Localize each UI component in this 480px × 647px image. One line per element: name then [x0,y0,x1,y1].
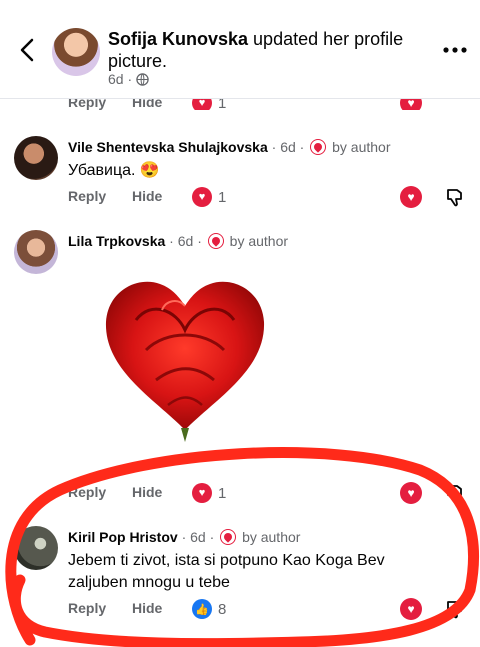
reaction-count: 1 [218,188,227,206]
comment-author[interactable]: Vile Shentevska Shulajkovska [68,139,268,155]
heart-badge-icon [220,529,237,545]
post-title: Sofija Kunovska updated her profile pict… [108,28,428,72]
love-icon[interactable]: ♥ [400,186,422,208]
comment-time: 6d [280,139,296,155]
rose-image[interactable] [96,270,274,446]
comment-text: Убавица. 😍 [68,162,160,179]
comment-author-line: Vile Shentevska Shulajkovska · 6d · by a… [68,139,391,155]
post-header: Sofija Kunovska updated her profile pict… [0,0,480,99]
globe-icon [136,73,149,86]
hide-button[interactable]: Hide [132,188,162,204]
dislike-icon[interactable] [444,482,466,504]
comment-time: 6d [190,529,206,545]
reaction-count: 8 [218,600,227,618]
love-reaction-icon: ♥ [192,483,212,503]
dislike-icon[interactable] [444,186,466,208]
comment: Vile Shentevska Shulajkovska · 6d · by a… [0,130,480,220]
author-badge: by author [229,233,289,249]
comment-author-line: Kiril Pop Hristov · 6d · by author [68,529,301,545]
avatar[interactable] [14,526,58,570]
reply-button[interactable]: Reply [68,600,106,616]
chevron-left-icon[interactable] [14,36,42,64]
avatar[interactable] [14,136,58,180]
comment: Kiril Pop Hristov · 6d · by author Jebem… [0,520,480,630]
reaction-count: 1 [218,484,227,502]
comment-author[interactable]: Lila Trpkovska [68,233,165,249]
comment-author-line: Lila Trpkovska · 6d · by author [68,233,289,249]
reply-button[interactable]: Reply [68,484,106,500]
reply-button[interactable]: Reply [68,188,106,204]
love-icon[interactable]: ♥ [400,482,422,504]
dislike-icon[interactable] [444,598,466,620]
love-icon[interactable]: ♥ [400,598,422,620]
author-badge: by author [332,139,391,155]
post-time: 6d [108,71,124,87]
heart-badge-icon [310,139,327,155]
poster-name[interactable]: Sofija Kunovska [108,29,248,49]
heart-badge-icon [207,233,224,249]
hide-button[interactable]: Hide [132,600,162,616]
comment-text: Jebem ti zivot, ista si potpuno Kao Koga… [68,552,385,591]
hide-button[interactable]: Hide [132,484,162,500]
like-reaction-icon: 👍 [192,599,212,619]
comment-time: 6d [177,233,194,249]
post-meta: 6d · [108,71,149,87]
love-reaction-icon: ♥ [192,187,212,207]
avatar[interactable] [14,230,58,274]
more-horizontal-icon[interactable] [442,40,468,60]
author-badge: by author [242,529,301,545]
avatar[interactable] [52,28,100,76]
comment-author[interactable]: Kiril Pop Hristov [68,529,178,545]
